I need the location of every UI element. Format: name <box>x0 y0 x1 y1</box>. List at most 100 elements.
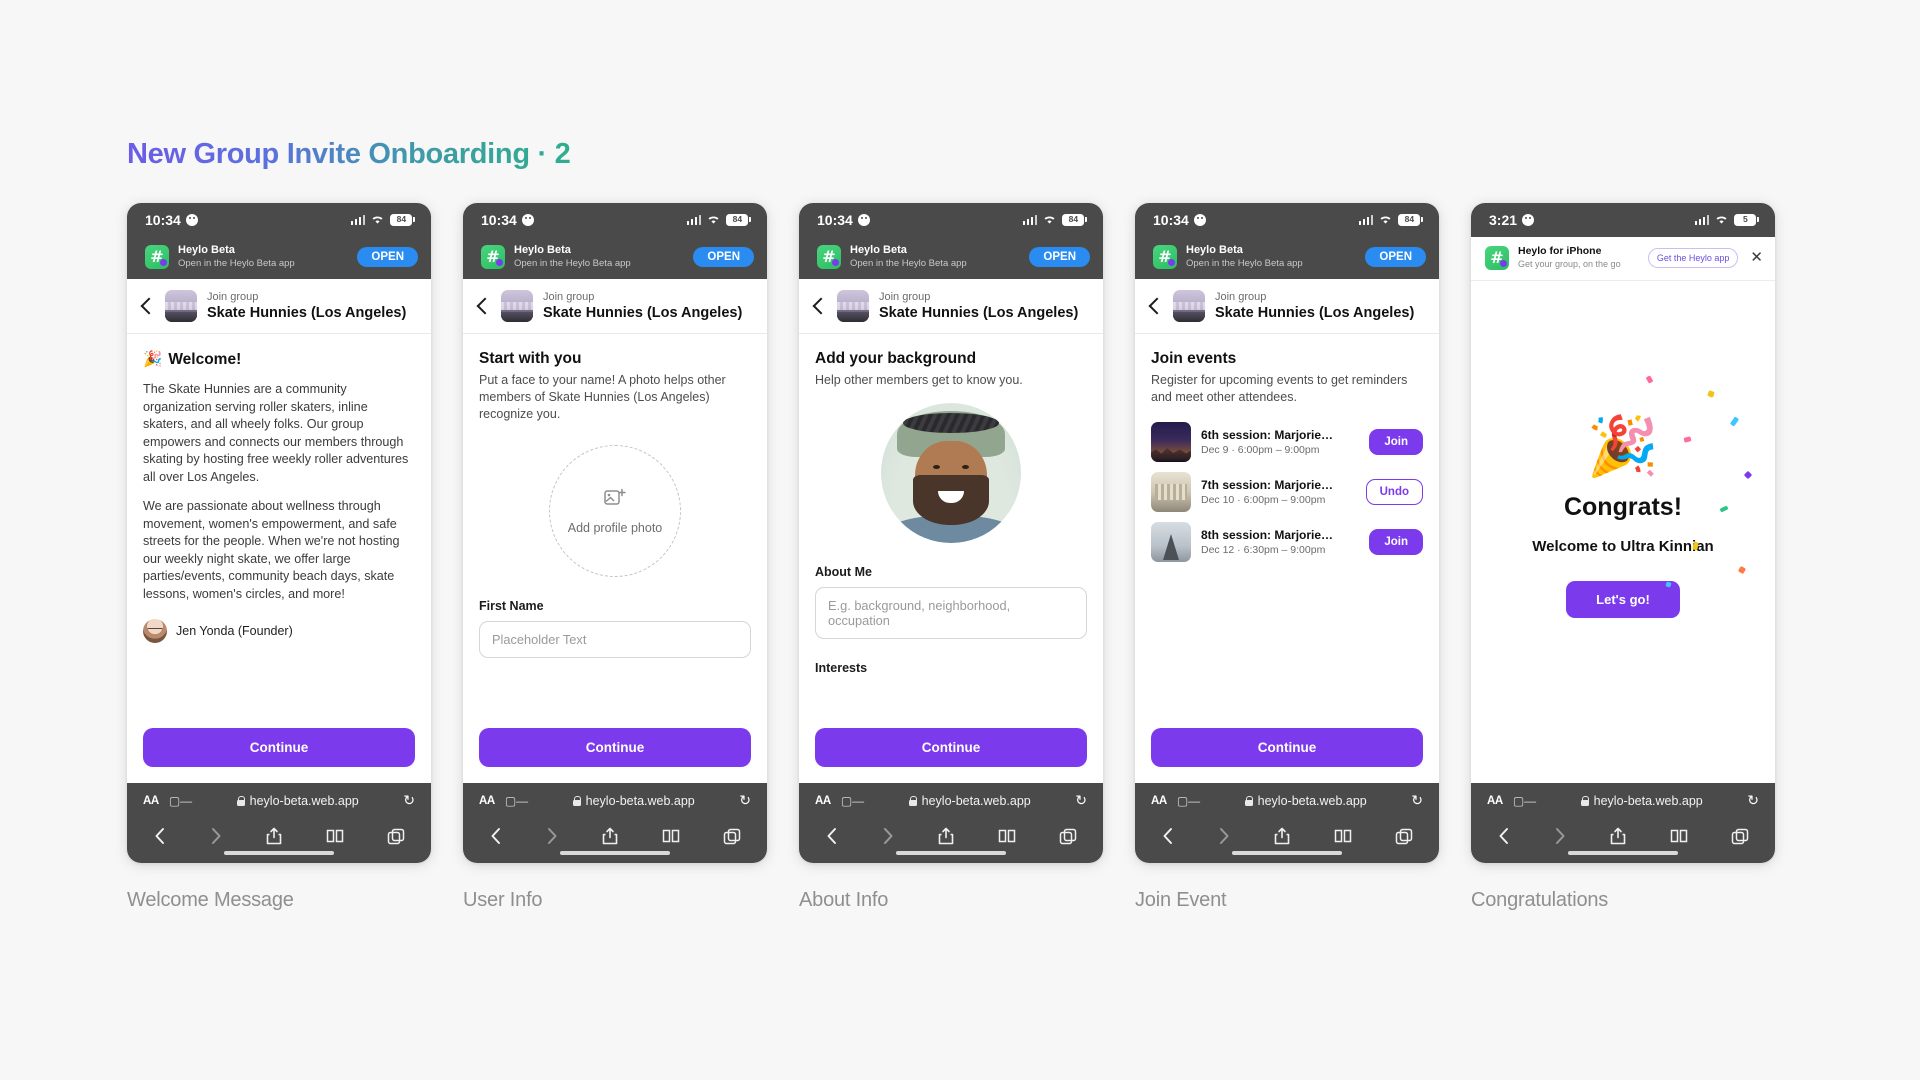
status-bar: 10:34 84 <box>127 203 431 237</box>
bookmarks-icon[interactable] <box>662 828 680 844</box>
close-icon[interactable]: ✕ <box>1747 250 1763 265</box>
back-chevron-icon[interactable] <box>1148 297 1166 315</box>
share-icon[interactable] <box>602 827 618 845</box>
reload-icon[interactable]: ↻ <box>1411 792 1423 809</box>
text-size-button[interactable]: AA <box>815 795 831 807</box>
extensions-icon[interactable]: ▢— <box>841 794 864 808</box>
url-field[interactable]: heylo-beta.web.app <box>538 794 729 808</box>
url-field[interactable]: heylo-beta.web.app <box>874 794 1065 808</box>
share-icon[interactable] <box>1610 827 1626 845</box>
url-field[interactable]: heylo-beta.web.app <box>202 794 393 808</box>
nav-forward-icon[interactable] <box>210 827 223 845</box>
tabs-icon[interactable] <box>1731 828 1749 845</box>
share-icon[interactable] <box>938 827 954 845</box>
status-bar-right: 84 <box>1358 213 1423 227</box>
nav-back-icon[interactable] <box>1497 827 1510 845</box>
open-app-button[interactable]: OPEN <box>693 246 754 267</box>
nav-forward-icon[interactable] <box>882 827 895 845</box>
congrats-subheading: Welcome to Ultra Kinnian <box>1532 537 1714 555</box>
event-row[interactable]: 7th session: Marjorie… Dec 10 · 6:00pm –… <box>1151 472 1423 512</box>
event-undo-button[interactable]: Undo <box>1365 479 1423 505</box>
promo-banner-subtitle: Get your group, on the go <box>1518 259 1621 269</box>
text-size-button[interactable]: AA <box>1487 795 1503 807</box>
event-join-button[interactable]: Join <box>1369 429 1423 455</box>
text-size-button[interactable]: AA <box>1151 795 1167 807</box>
nav-forward-icon[interactable] <box>1554 827 1567 845</box>
about-me-input[interactable]: E.g. background, neighborhood, occupatio… <box>815 587 1087 639</box>
back-chevron-icon[interactable] <box>476 297 494 315</box>
extensions-icon[interactable]: ▢— <box>1177 794 1200 808</box>
reload-icon[interactable]: ↻ <box>739 792 751 809</box>
text-size-button[interactable]: AA <box>143 795 159 807</box>
continue-button[interactable]: Continue <box>479 728 751 767</box>
add-profile-photo-dropzone[interactable]: Add profile photo <box>549 445 681 577</box>
back-chevron-icon[interactable] <box>812 297 830 315</box>
congrats-screen-body: 🎉 Congrats! Welcome to Ultra Kinnian Let… <box>1471 281 1775 783</box>
safari-address-bar[interactable]: AA ▢— heylo-beta.web.app ↻ <box>1135 783 1439 818</box>
group-thumbnail <box>1173 290 1205 322</box>
safari-address-bar[interactable]: AA ▢— heylo-beta.web.app ↻ <box>463 783 767 818</box>
url-field[interactable]: heylo-beta.web.app <box>1210 794 1401 808</box>
event-row[interactable]: 8th session: Marjorie… Dec 12 · 6:30pm –… <box>1151 522 1423 562</box>
url-text: heylo-beta.web.app <box>249 793 359 808</box>
safari-address-bar[interactable]: AA ▢— heylo-beta.web.app ↻ <box>1471 783 1775 818</box>
safari-address-bar[interactable]: AA ▢— heylo-beta.web.app ↻ <box>799 783 1103 818</box>
share-icon[interactable] <box>1274 827 1290 845</box>
bookmarks-icon[interactable] <box>1334 828 1352 844</box>
heylo-promo-banner[interactable]: # Heylo for iPhone Get your group, on th… <box>1471 237 1775 281</box>
nav-forward-icon[interactable] <box>1218 827 1231 845</box>
status-bar: 3:21 5 <box>1471 203 1775 237</box>
smart-app-banner[interactable]: # Heylo Beta Open in the Heylo Beta app … <box>463 237 767 279</box>
smart-app-banner[interactable]: # Heylo Beta Open in the Heylo Beta app … <box>1135 237 1439 279</box>
first-name-input[interactable]: Placeholder Text <box>479 621 751 658</box>
event-row[interactable]: 6th session: Marjorie… Dec 9 · 6:00pm – … <box>1151 422 1423 462</box>
tabs-icon[interactable] <box>1059 828 1077 845</box>
nav-back-icon[interactable] <box>489 827 502 845</box>
join-events-screen-body: Join events Register for upcoming events… <box>1135 334 1439 716</box>
event-join-button[interactable]: Join <box>1369 529 1423 555</box>
bookmarks-icon[interactable] <box>1670 828 1688 844</box>
share-icon[interactable] <box>266 827 282 845</box>
url-field[interactable]: heylo-beta.web.app <box>1546 794 1737 808</box>
smart-app-banner[interactable]: # Heylo Beta Open in the Heylo Beta app … <box>127 237 431 279</box>
safari-toolbar <box>463 818 767 851</box>
tabs-icon[interactable] <box>723 828 741 845</box>
heylo-app-icon: # <box>817 244 841 269</box>
tabs-icon[interactable] <box>1395 828 1413 845</box>
app-banner-title: Heylo Beta <box>178 244 235 256</box>
event-meta: 6th session: Marjorie… Dec 9 · 6:00pm – … <box>1201 427 1359 458</box>
continue-button[interactable]: Continue <box>1151 728 1423 767</box>
profile-photo[interactable] <box>881 403 1021 543</box>
back-chevron-icon[interactable] <box>140 297 158 315</box>
lock-icon <box>236 795 245 806</box>
continue-button[interactable]: Continue <box>143 728 415 767</box>
safari-address-bar[interactable]: AA ▢— heylo-beta.web.app ↻ <box>127 783 431 818</box>
wifi-icon <box>1042 214 1057 225</box>
nav-back-icon[interactable] <box>153 827 166 845</box>
frame-join-event: 10:34 84 # Heylo Beta Open in the Heylo … <box>1135 203 1439 912</box>
get-app-button[interactable]: Get the Heylo app <box>1647 247 1739 268</box>
event-thumbnail <box>1151 522 1191 562</box>
nav-back-icon[interactable] <box>1161 827 1174 845</box>
tabs-icon[interactable] <box>387 828 405 845</box>
bookmarks-icon[interactable] <box>998 828 1016 844</box>
reload-icon[interactable]: ↻ <box>403 792 415 809</box>
event-thumbnail <box>1151 422 1191 462</box>
founder-name: Jen Yonda (Founder) <box>176 624 293 638</box>
reload-icon[interactable]: ↻ <box>1747 792 1759 809</box>
smart-app-banner[interactable]: # Heylo Beta Open in the Heylo Beta app … <box>799 237 1103 279</box>
extensions-icon[interactable]: ▢— <box>169 794 192 808</box>
bookmarks-icon[interactable] <box>326 828 344 844</box>
open-app-button[interactable]: OPEN <box>1029 246 1090 267</box>
open-app-button[interactable]: OPEN <box>1365 246 1426 267</box>
nav-back-icon[interactable] <box>825 827 838 845</box>
text-size-button[interactable]: AA <box>479 795 495 807</box>
lets-go-button[interactable]: Let's go! <box>1566 580 1680 618</box>
nav-forward-icon[interactable] <box>546 827 559 845</box>
open-app-button[interactable]: OPEN <box>357 246 418 267</box>
continue-button[interactable]: Continue <box>815 728 1087 767</box>
event-thumbnail <box>1151 472 1191 512</box>
extensions-icon[interactable]: ▢— <box>505 794 528 808</box>
reload-icon[interactable]: ↻ <box>1075 792 1087 809</box>
extensions-icon[interactable]: ▢— <box>1513 794 1536 808</box>
